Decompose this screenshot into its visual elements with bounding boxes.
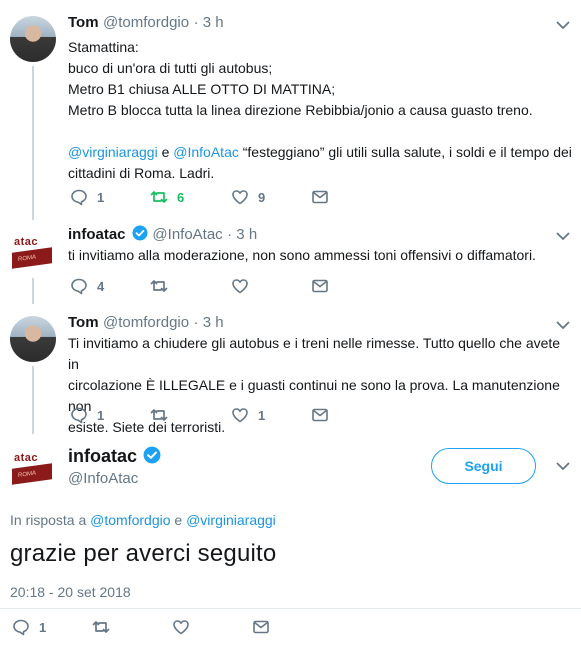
user-handle[interactable]: @InfoAtac [152, 226, 222, 243]
user-handle[interactable]: @InfoAtac [68, 470, 138, 487]
retweet-icon [150, 191, 168, 203]
like-icon [232, 190, 248, 205]
avatar[interactable] [10, 16, 56, 62]
thread-line [32, 66, 34, 220]
reply-count: 1 [97, 189, 105, 205]
mention-link[interactable]: @InfoAtac [173, 144, 239, 160]
tweet-actions: 1 6 9 [70, 187, 330, 207]
reply-prefix: In risposta a [10, 512, 91, 528]
tweet-actions: 4 [70, 276, 330, 296]
reply-icon [71, 189, 87, 206]
mention-link[interactable]: @virginiaraggi [186, 512, 276, 528]
avatar[interactable]: atac ROMA [10, 228, 56, 274]
tweet-text: Stamattina: buco di un'ora di tutti gli … [68, 37, 573, 184]
atac-logo: atac ROMA [12, 452, 54, 485]
chevron-down-icon[interactable] [556, 20, 570, 30]
like-icon [232, 279, 248, 294]
reply-icon [71, 278, 87, 295]
chevron-down-icon[interactable] [556, 320, 570, 330]
avatar[interactable] [10, 316, 56, 362]
logo-brand: atac [14, 236, 39, 248]
reply-conj: e [170, 512, 187, 528]
tweet-line: ti invitiamo alla moderazione, non sono … [68, 247, 536, 263]
reply-count: 1 [97, 407, 105, 423]
reply-icon [13, 619, 29, 636]
tweet-line: buco di un'ora di tutti gli autobus; [68, 60, 273, 76]
tweet-text: ti invitiamo alla moderazione, non sono … [68, 245, 573, 266]
dm-button[interactable] [311, 187, 329, 207]
tweet-time[interactable]: · 3 h [194, 314, 224, 331]
tweet-time[interactable]: · 3 h [227, 226, 257, 243]
like-button[interactable]: 1 [231, 405, 265, 425]
verified-icon [144, 446, 161, 464]
dm-icon [312, 279, 328, 293]
reply-count: 4 [97, 278, 105, 294]
divider [0, 608, 581, 609]
like-count: 1 [258, 407, 266, 423]
retweet-icon [150, 280, 168, 292]
dm-button[interactable] [311, 276, 329, 296]
retweet-button[interactable]: 6 [150, 187, 184, 207]
chevron-down-icon[interactable] [556, 461, 570, 471]
follow-button[interactable]: Segui [431, 448, 536, 484]
retweet-button[interactable] [150, 276, 168, 296]
tweet-header: Tom @tomfordgio · 3 h [68, 314, 224, 332]
reply-context: In risposta a @tomfordgio e @virginiarag… [10, 512, 276, 528]
reply-icon [71, 407, 87, 424]
like-icon [232, 408, 248, 423]
like-button[interactable] [172, 617, 190, 637]
retweet-icon [92, 621, 110, 633]
user-name[interactable]: infoatac [68, 226, 126, 243]
logo-city: ROMA [12, 247, 52, 269]
tweet-line: cittadini di Roma. Ladri. [68, 165, 215, 181]
dm-button[interactable] [311, 405, 329, 425]
dm-icon [312, 190, 328, 204]
tweet-timestamp[interactable]: 20:18 - 20 set 2018 [10, 584, 131, 600]
main-tweet-text: grazie per averci seguito [10, 540, 277, 567]
dm-button[interactable] [252, 617, 270, 637]
atac-logo: atac ROMA [12, 236, 54, 269]
mention-link[interactable]: @tomfordgio [90, 512, 170, 528]
mention-link[interactable]: @virginiaraggi [68, 144, 158, 160]
tweet-header: infoatac @InfoAtac · 3 h [68, 225, 257, 244]
reply-button[interactable]: 1 [12, 617, 46, 637]
retweet-icon [150, 409, 168, 421]
tweet-text-fragment: “festeggiano” gli utili sulla salute, i … [238, 144, 572, 160]
tweet-time[interactable]: · 3 h [194, 14, 224, 31]
reply-button[interactable]: 4 [70, 276, 104, 296]
tweet-text-fragment: e [157, 144, 174, 160]
tweet-actions: 1 1 [70, 405, 330, 425]
tweet-line: Ti invitiamo a chiudere gli autobus e i … [68, 335, 561, 372]
user-name[interactable]: infoatac [68, 446, 137, 466]
thread-line [32, 278, 34, 304]
logo-city: ROMA [12, 463, 52, 485]
dm-icon [253, 620, 269, 634]
retweet-count: 6 [177, 189, 185, 205]
like-icon [173, 620, 189, 635]
like-count: 9 [258, 189, 266, 205]
reply-button[interactable]: 1 [70, 405, 104, 425]
like-button[interactable] [231, 276, 249, 296]
retweet-button[interactable] [92, 617, 110, 637]
reply-count: 1 [39, 619, 47, 635]
avatar[interactable]: atac ROMA [10, 444, 56, 490]
tweet-line: Metro B1 chiusa ALLE OTTO DI MATTINA; [68, 81, 336, 97]
verified-icon [132, 225, 148, 241]
chevron-down-icon[interactable] [556, 231, 570, 241]
tweet-header: Tom @tomfordgio · 3 h [68, 14, 224, 32]
thread-line [32, 366, 34, 434]
retweet-button[interactable] [150, 405, 168, 425]
dm-icon [312, 408, 328, 422]
like-button[interactable]: 9 [231, 187, 265, 207]
tweet-actions: 1 [12, 617, 272, 637]
tweet-line: Stamattina: [68, 39, 139, 55]
main-tweet-header: infoatac [68, 446, 161, 467]
user-handle[interactable]: @tomfordgio [103, 14, 189, 31]
reply-button[interactable]: 1 [70, 187, 104, 207]
user-handle[interactable]: @tomfordgio [103, 314, 189, 331]
user-name[interactable]: Tom [68, 314, 99, 331]
tweet-line: Metro B blocca tutta la linea direzione … [68, 102, 533, 118]
logo-brand: atac [14, 452, 39, 464]
user-name[interactable]: Tom [68, 14, 99, 31]
